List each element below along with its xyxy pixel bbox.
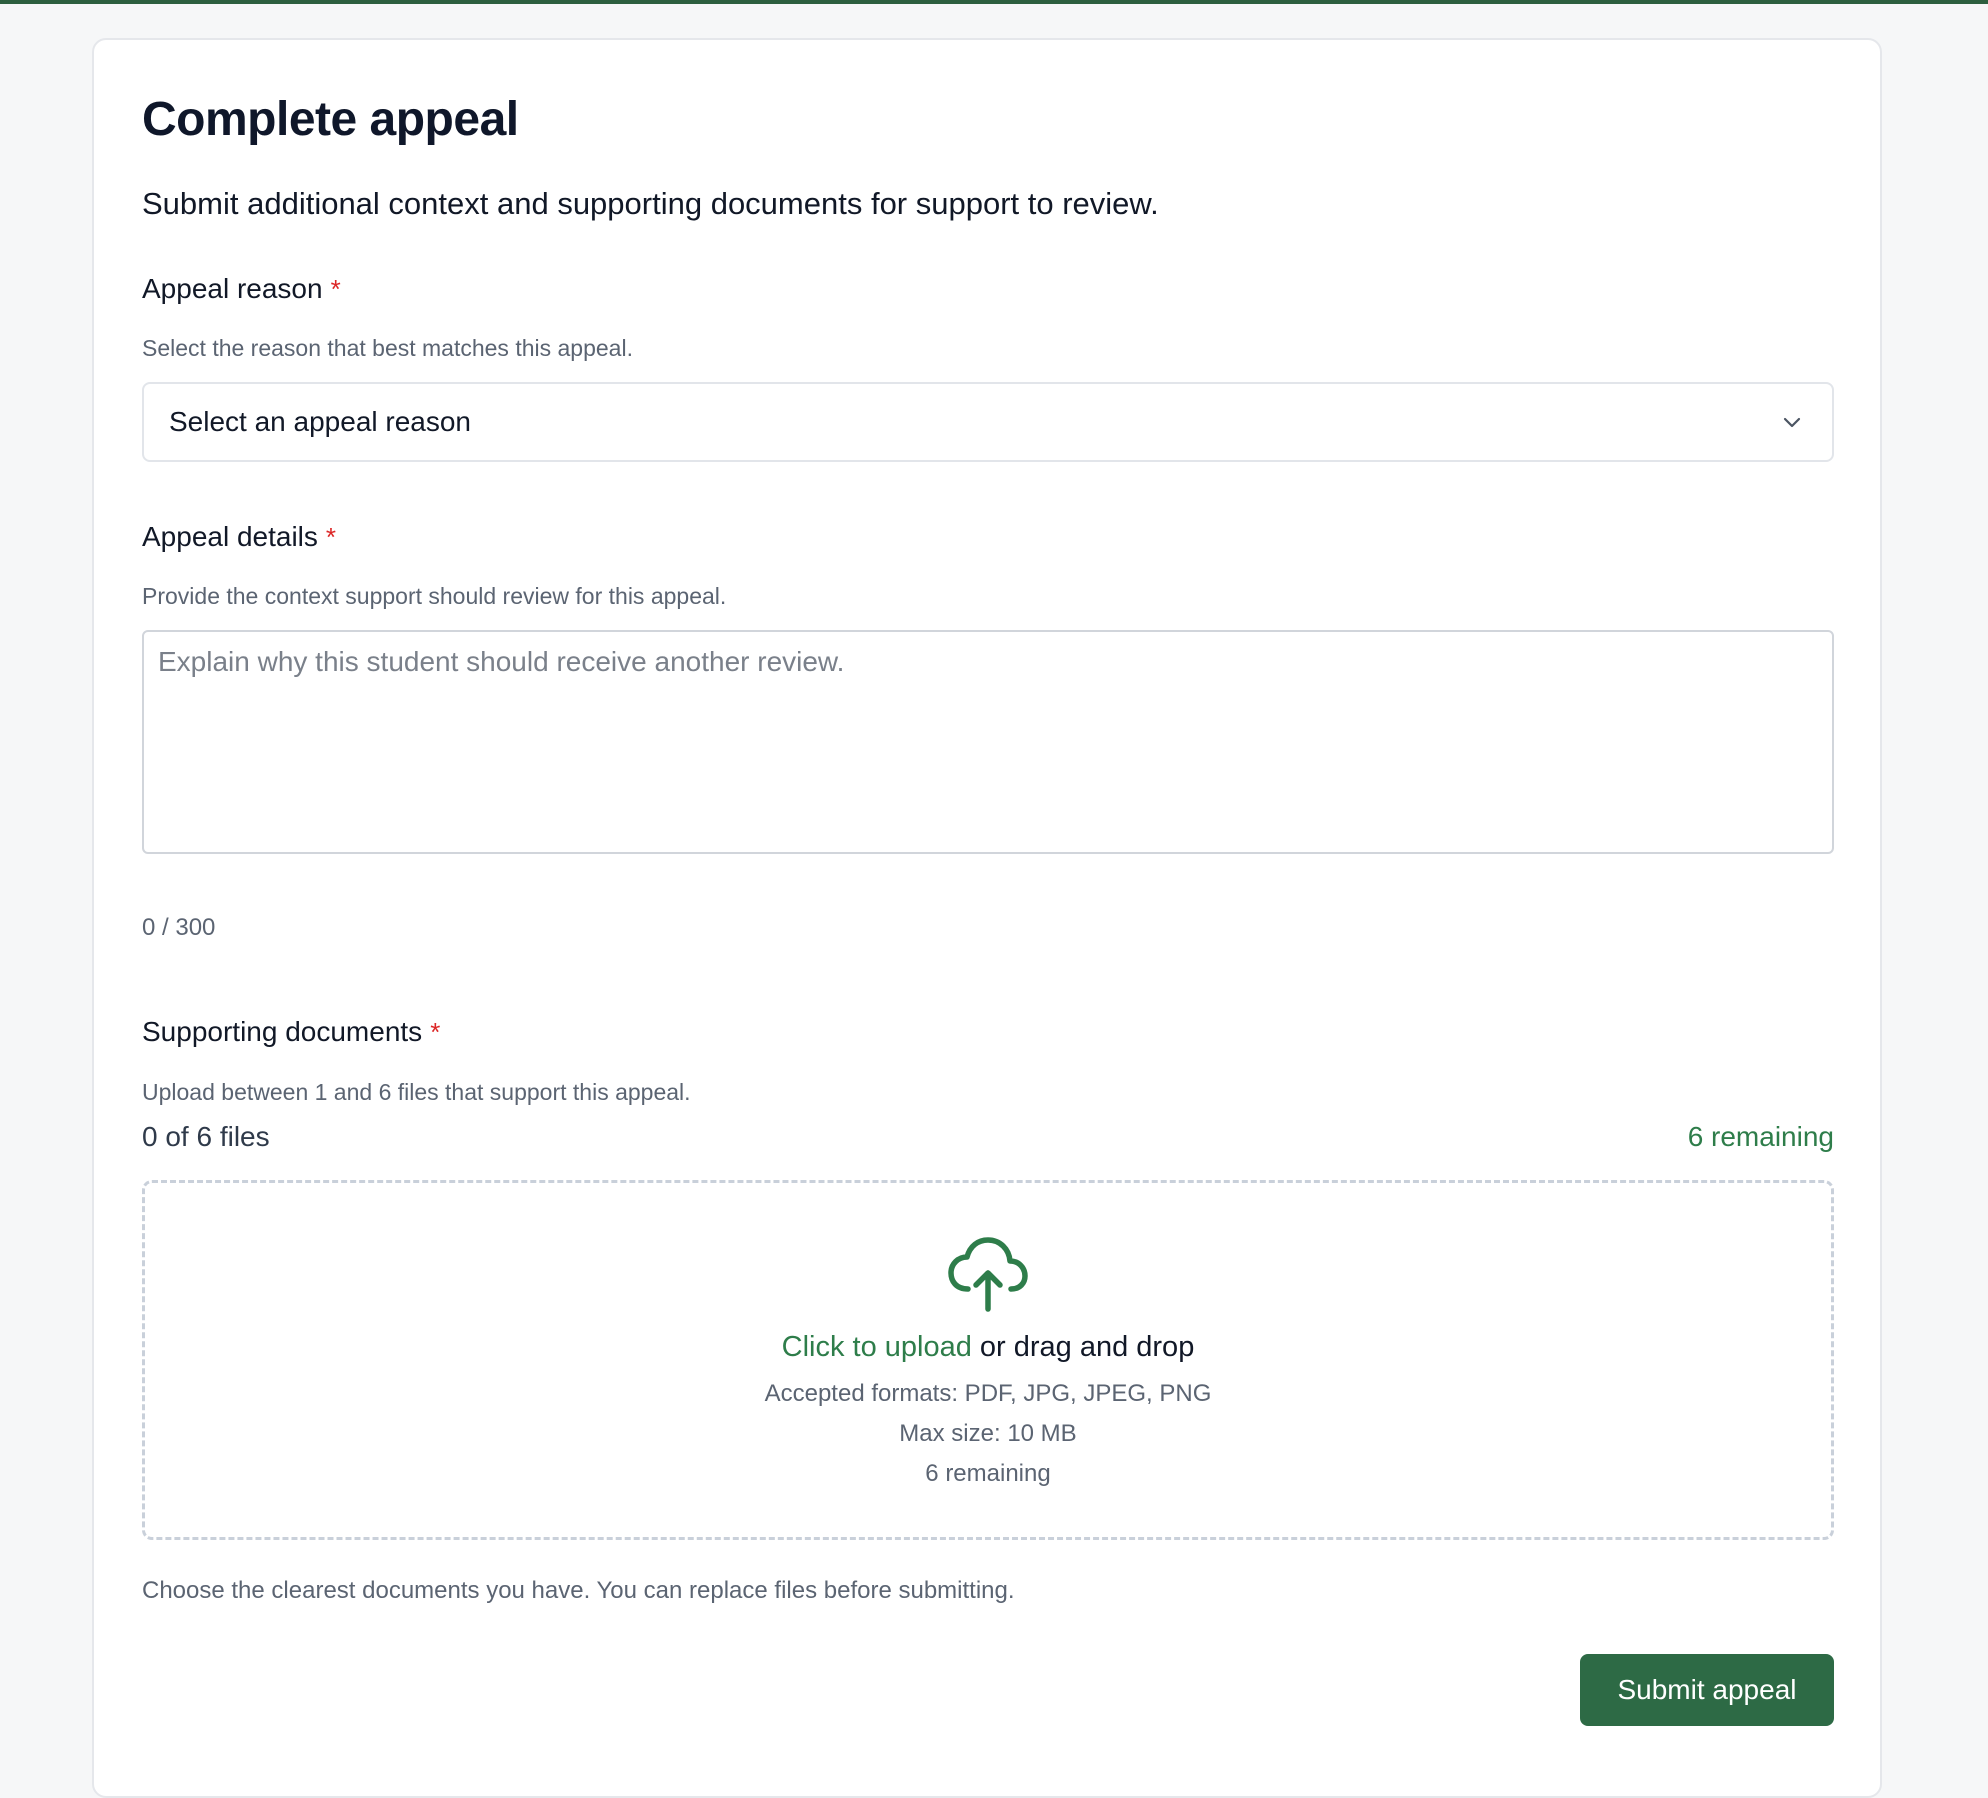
appeal-reason-label: Appeal reason * <box>142 273 341 305</box>
appeal-details-textarea[interactable] <box>142 630 1834 854</box>
files-count: 0 of 6 files <box>142 1121 270 1152</box>
drag-and-drop-text: or drag and drop <box>979 1331 1195 1363</box>
appeal-details-label-text: Appeal details <box>142 521 318 552</box>
page-subtitle: Submit additional context and supporting… <box>142 186 1159 221</box>
character-count: 0 / 300 <box>142 914 216 941</box>
appeal-details-help: Provide the context support should revie… <box>142 583 727 609</box>
accepted-formats: Accepted formats: PDF, JPG, JPEG, PNG <box>764 1380 1212 1407</box>
files-remaining: 6 remaining <box>1687 1121 1834 1152</box>
upload-prompt: Click to upload or drag and drop <box>145 1331 1831 1364</box>
required-marker: * <box>325 522 337 552</box>
appeal-reason-selected-value: Select an appeal reason <box>169 406 471 437</box>
file-dropzone[interactable]: Click to upload or drag and drop Accepted… <box>142 1180 1834 1540</box>
top-accent-bar <box>0 0 1988 4</box>
documents-footnote: Choose the clearest documents you have. … <box>142 1577 1015 1604</box>
appeal-reason-help: Select the reason that best matches this… <box>142 335 633 361</box>
click-to-upload-link[interactable]: Click to upload <box>782 1331 972 1363</box>
appeal-form-card: Complete appeal Submit additional contex… <box>92 38 1882 1798</box>
appeal-details-label: Appeal details * <box>142 521 336 553</box>
page-title: Complete appeal <box>142 93 519 146</box>
chevron-down-icon <box>1783 417 1801 428</box>
cloud-upload-icon <box>948 1237 1028 1312</box>
appeal-reason-select[interactable]: Select an appeal reason <box>142 382 1834 462</box>
submit-appeal-button[interactable]: Submit appeal <box>1580 1654 1834 1726</box>
supporting-documents-label: Supporting documents * <box>142 1016 440 1048</box>
dropzone-remaining: 6 remaining <box>925 1460 1051 1487</box>
appeal-reason-label-text: Appeal reason <box>142 273 323 304</box>
max-size: Max size: 10 MB <box>899 1420 1077 1447</box>
supporting-documents-label-text: Supporting documents <box>142 1016 423 1047</box>
required-marker: * <box>330 274 341 304</box>
supporting-documents-help: Upload between 1 and 6 files that suppor… <box>142 1079 691 1105</box>
required-marker: * <box>430 1017 441 1047</box>
